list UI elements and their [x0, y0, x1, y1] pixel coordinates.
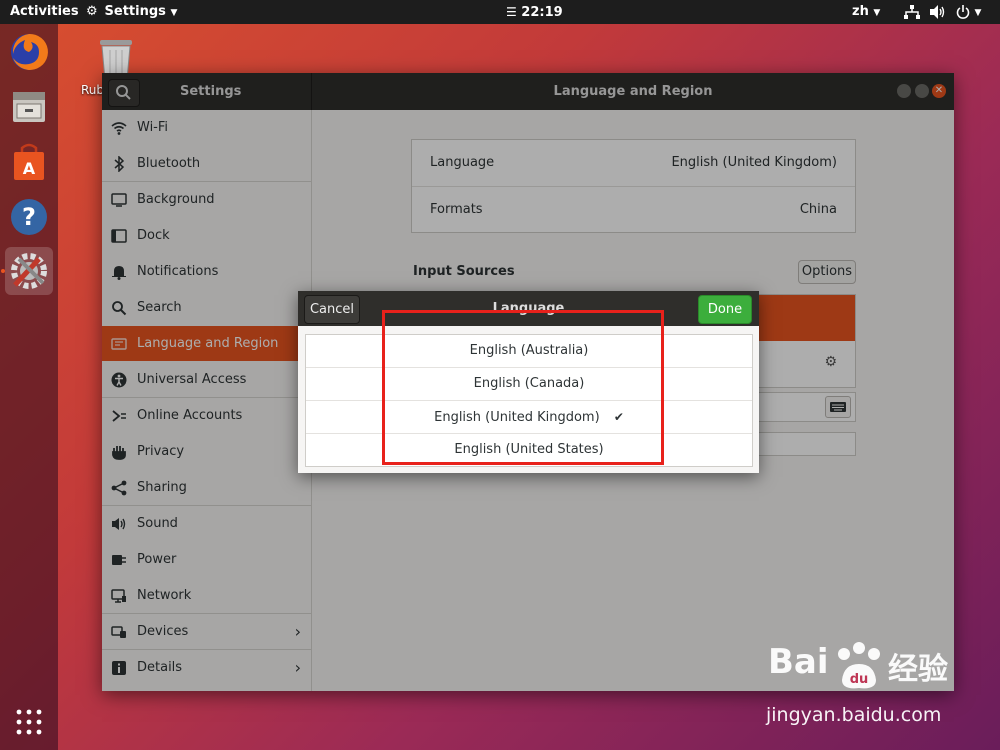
settings-tools-icon	[11, 253, 47, 289]
power-icon	[956, 4, 970, 19]
show-applications-button[interactable]	[15, 708, 43, 736]
dock: A ?	[0, 24, 58, 750]
notification-icon: ☰	[506, 5, 517, 19]
software-launcher[interactable]: A	[5, 138, 53, 186]
input-method-menu[interactable]: zh ▼	[852, 0, 880, 24]
help-launcher[interactable]: ?	[5, 193, 53, 241]
input-method-label: zh	[852, 4, 869, 19]
settings-launcher[interactable]	[5, 247, 53, 295]
app-menu[interactable]: ⚙ Settings ▼	[86, 0, 177, 24]
file-cabinet-icon	[13, 92, 45, 122]
caret-down-icon: ▼	[170, 8, 178, 18]
paw-icon: du	[838, 642, 880, 689]
power-menu[interactable]: ▼	[956, 0, 981, 24]
svg-text:A: A	[23, 159, 36, 178]
annotation-highlight-box	[382, 310, 664, 465]
baidu-watermark: Bai du 经验 jingyan.baidu.com	[760, 640, 990, 735]
network-icon[interactable]	[904, 0, 920, 24]
done-button[interactable]: Done	[698, 295, 752, 324]
app-menu-label: Settings	[104, 4, 166, 19]
caret-down-icon: ▼	[873, 8, 881, 18]
app-grid-icon	[16, 709, 42, 735]
clock[interactable]: ☰ 22:19	[506, 0, 563, 24]
volume-icon[interactable]	[930, 0, 946, 24]
clock-label: 22:19	[521, 5, 563, 20]
cancel-button[interactable]: Cancel	[304, 295, 360, 324]
firefox-icon	[11, 33, 48, 70]
watermark-brand: Bai	[768, 642, 829, 682]
help-icon: ?	[11, 199, 47, 235]
firefox-launcher[interactable]	[5, 28, 53, 76]
files-launcher[interactable]	[5, 82, 53, 130]
gear-icon: ⚙	[86, 4, 98, 19]
activities-button[interactable]: Activities	[10, 0, 79, 24]
svg-text:du: du	[850, 672, 869, 687]
caret-down-icon: ▼	[974, 8, 982, 18]
watermark-brand-cn: 经验	[888, 652, 948, 687]
shopping-bag-icon: A	[14, 143, 44, 180]
trash-label: Rub	[81, 83, 105, 97]
running-indicator	[1, 269, 5, 273]
svg-text:?: ?	[22, 203, 36, 231]
top-bar: Activities ⚙ Settings ▼ ☰ 22:19 zh ▼ ▼	[0, 0, 1000, 24]
watermark-url: jingyan.baidu.com	[766, 704, 942, 726]
